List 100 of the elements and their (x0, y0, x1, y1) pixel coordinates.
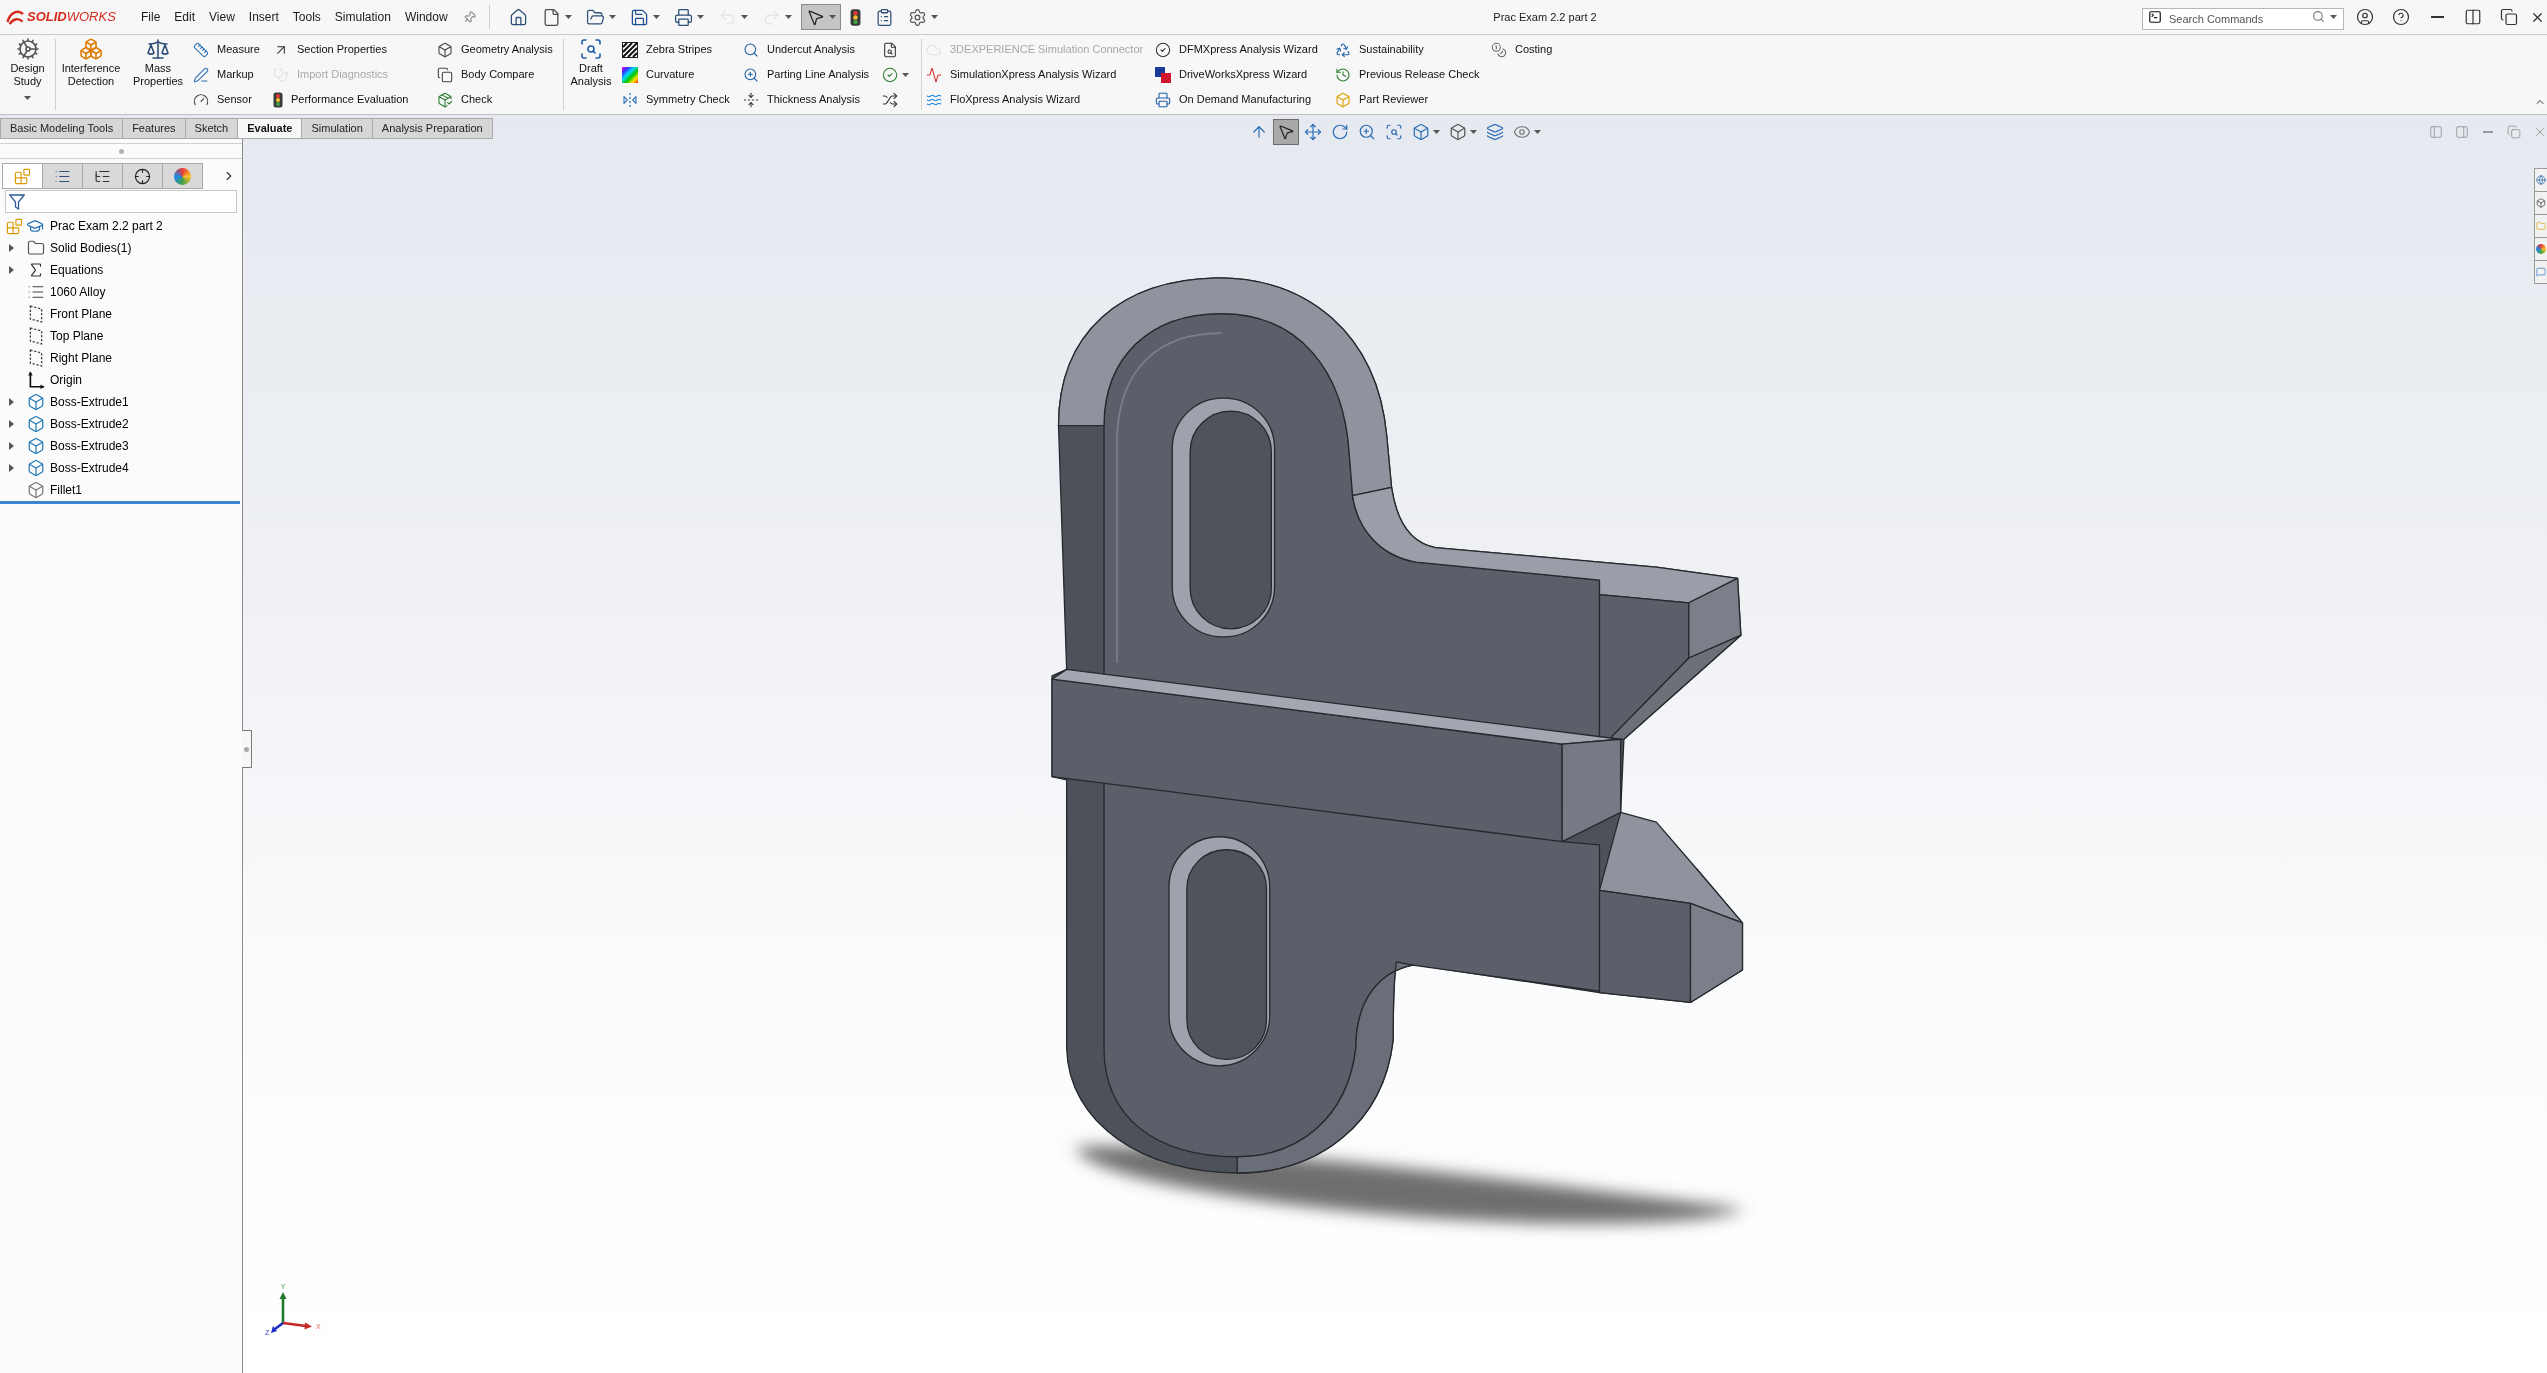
origin-axes-icon (27, 371, 45, 389)
task-pane-tab[interactable] (2534, 168, 2547, 192)
panel-collapse-handle[interactable] (242, 730, 252, 768)
box-check-icon (437, 91, 453, 108)
search-field[interactable]: Search Commands (2142, 8, 2344, 30)
tree-item-label[interactable]: Boss-Extrude4 (50, 459, 129, 477)
filter-field[interactable] (5, 190, 237, 213)
menu-item[interactable]: Edit (167, 5, 203, 29)
expand-arrow-icon[interactable] (9, 442, 14, 450)
panel-tab[interactable] (122, 163, 163, 189)
task-pane-tab[interactable] (2534, 191, 2547, 215)
ribbon-button[interactable]: Sustainability (1335, 37, 1487, 62)
ribbon-button[interactable]: Symmetry Check (622, 87, 739, 112)
view-toolbar-button[interactable] (1273, 119, 1299, 145)
ribbon-button[interactable]: Part Reviewer (1335, 87, 1487, 112)
tree-item-label[interactable]: Prac Exam 2.2 part 2 (50, 217, 163, 235)
user-icon (2356, 8, 2374, 26)
task-pane-tab[interactable] (2534, 214, 2547, 238)
command-tab[interactable]: Simulation (301, 118, 373, 139)
expand-arrow-icon[interactable] (9, 398, 14, 406)
ribbon-button[interactable]: Undercut Analysis (743, 37, 877, 62)
pulse-icon (926, 66, 942, 83)
folder-icon (27, 239, 45, 257)
scale-icon (146, 37, 170, 61)
command-tab[interactable]: Analysis Preparation (371, 118, 493, 139)
tile-icon (2464, 8, 2482, 26)
ribbon-button[interactable]: Geometry Analysis (437, 37, 563, 62)
cube-icon (27, 481, 45, 499)
tree-item-label[interactable]: 1060 Alloy (50, 283, 106, 301)
funnel-icon (9, 193, 25, 210)
tree-item-label[interactable]: Fillet1 (50, 481, 82, 499)
ribbon-button[interactable]: Body Compare (437, 62, 563, 87)
panel-tab[interactable] (42, 163, 83, 189)
panel-tab[interactable] (82, 163, 123, 189)
tree-item-label[interactable]: Front Plane (50, 305, 113, 323)
zoom-in-icon (743, 66, 759, 83)
command-tab[interactable]: Sketch (184, 118, 239, 139)
ribbon-button[interactable]: Markup (193, 62, 270, 87)
menu-item[interactable]: Insert (241, 5, 286, 29)
expand-arrow-icon[interactable] (9, 266, 14, 274)
ribbon-button[interactable]: Interference Detection (61, 37, 121, 111)
ribbon-button[interactable]: On Demand Manufacturing (1155, 87, 1331, 112)
tree-item-label[interactable]: Top Plane (50, 327, 104, 345)
ribbon-button[interactable]: Draft Analysis (570, 37, 612, 111)
restore-icon (2500, 8, 2518, 26)
ribbon-button[interactable]: Design Study (10, 37, 45, 111)
ribbon-button[interactable]: Previous Release Check (1335, 62, 1487, 87)
ribbon-button[interactable]: FloXpress Analysis Wizard (926, 87, 1151, 112)
ribbon-button[interactable]: Thickness Analysis (743, 87, 877, 112)
ribbon-button[interactable]: Mass Properties (132, 37, 184, 111)
tree-item-label[interactable]: Boss-Extrude2 (50, 415, 129, 433)
magnifier-icon (743, 41, 759, 58)
check-circle-icon (1155, 41, 1171, 58)
minimize-icon (2430, 16, 2444, 18)
graduation-cap-icon (26, 217, 44, 235)
menu-item[interactable]: File (134, 5, 168, 29)
recycle-icon (1335, 41, 1351, 58)
toolbar-button[interactable] (800, 4, 841, 30)
expand-arrow-icon[interactable] (9, 244, 14, 252)
app-logo-text: SOLIDWORKS (27, 8, 116, 27)
ribbon-button[interactable]: Sensor (193, 87, 270, 112)
menu-item[interactable]: Window (397, 5, 455, 29)
expand-arrow-icon[interactable] (9, 464, 14, 472)
command-tab[interactable]: Evaluate (237, 118, 303, 139)
menu-item[interactable]: View (202, 5, 242, 29)
expand-arrow-icon[interactable] (9, 420, 14, 428)
ribbon-button[interactable]: DriveWorksXpress Wizard (1155, 62, 1331, 87)
ribbon-button[interactable]: SimulationXpress Analysis Wizard (926, 62, 1151, 87)
ribbon-button[interactable]: Check (437, 87, 563, 112)
scan-magnifier-icon (1385, 123, 1403, 141)
tree-item-label[interactable]: Origin (50, 371, 82, 389)
tree-item-label[interactable]: Solid Bodies(1) (50, 239, 132, 257)
task-pane-tab[interactable] (2534, 237, 2547, 261)
ribbon-button[interactable]: DFMXpress Analysis Wizard (1155, 37, 1331, 62)
command-tab[interactable]: Features (122, 118, 186, 139)
tree-item-label[interactable]: Equations (50, 261, 104, 279)
menu-item[interactable]: Simulation (327, 5, 398, 29)
tree-item-label[interactable]: Boss-Extrude1 (50, 393, 129, 411)
tree-item-label[interactable]: Boss-Extrude3 (50, 437, 129, 455)
command-tab[interactable]: Basic Modeling Tools (0, 118, 124, 139)
rotate-icon (1331, 123, 1349, 141)
ribbon-button[interactable]: Parting Line Analysis (743, 62, 877, 87)
help-icon (2392, 8, 2410, 26)
cube-icon (1412, 123, 1430, 141)
tree-item-label[interactable]: Right Plane (50, 349, 113, 367)
ribbon-button[interactable]: Measure (193, 37, 270, 62)
menu-item[interactable]: Tools (285, 5, 328, 29)
ribbon-button[interactable]: Section Properties (273, 37, 434, 62)
stripes-icon (622, 41, 638, 58)
traffic-light-icon (273, 91, 283, 108)
cube-icon (27, 393, 45, 411)
ribbon-button[interactable]: Zebra Stripes (622, 37, 739, 62)
task-pane-tab[interactable] (2534, 260, 2547, 284)
ribbon-button[interactable]: Performance Evaluation (273, 87, 434, 112)
panel-left-icon (2429, 125, 2443, 139)
ribbon-button[interactable]: Costing (1491, 37, 1587, 62)
crosshair-icon (134, 167, 151, 185)
ribbon-button[interactable]: Curvature (622, 62, 739, 87)
panel-right-icon (2455, 125, 2469, 139)
pen-icon (193, 66, 209, 83)
